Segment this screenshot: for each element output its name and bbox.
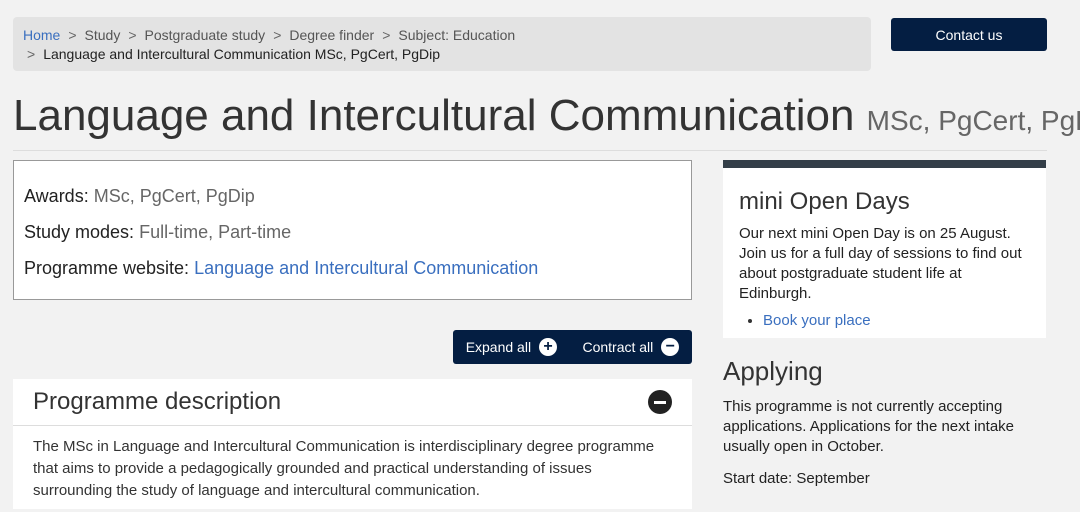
list-item: Book your place bbox=[763, 312, 1030, 329]
study-modes-value: Full-time, Part-time bbox=[139, 222, 292, 242]
contract-all-button[interactable]: Contract all − bbox=[582, 338, 680, 356]
breadcrumb-degree-finder[interactable]: Degree finder bbox=[289, 27, 374, 43]
awards-label: Awards: bbox=[24, 186, 89, 206]
accordion-heading: Programme description bbox=[33, 388, 282, 415]
expand-contract-bar: Expand all + Contract all − bbox=[453, 330, 692, 364]
contact-us-button[interactable]: Contact us bbox=[891, 18, 1047, 51]
applying-section: Applying This programme is not currently… bbox=[723, 356, 1046, 501]
awards-row: Awards: MSc, PgCert, PgDip bbox=[24, 181, 681, 217]
programme-description-accordion: Programme description The MSc in Languag… bbox=[13, 379, 692, 509]
breadcrumb-current: Language and Intercultural Communication… bbox=[43, 46, 441, 62]
awards-value: MSc, PgCert, PgDip bbox=[93, 186, 255, 206]
mini-open-days-heading: mini Open Days bbox=[739, 188, 910, 215]
accordion-header[interactable]: Programme description bbox=[13, 379, 692, 426]
mini-open-days-card: mini Open Days Our next mini Open Day is… bbox=[723, 160, 1046, 338]
mini-open-days-links: Book your place bbox=[739, 312, 1030, 329]
expand-all-button[interactable]: Expand all + bbox=[465, 338, 558, 356]
title-divider bbox=[13, 150, 1047, 151]
study-modes-label: Study modes: bbox=[24, 222, 135, 242]
start-date: Start date: September bbox=[723, 470, 870, 487]
applying-heading: Applying bbox=[723, 356, 823, 386]
contract-all-label: Contract all bbox=[582, 339, 654, 355]
breadcrumb-study[interactable]: Study bbox=[85, 27, 121, 43]
study-modes-row: Study modes: Full-time, Part-time bbox=[24, 217, 681, 253]
breadcrumb-separator: > bbox=[382, 27, 391, 43]
mini-open-days-text: Our next mini Open Day is on 25 August. … bbox=[739, 225, 1022, 302]
breadcrumb: Home > Study > Postgraduate study > Degree fin… bbox=[13, 17, 871, 71]
plus-circle-icon: + bbox=[539, 338, 558, 356]
applying-text: This programme is not currently acceptin… bbox=[723, 398, 1015, 455]
breadcrumb-subject-education[interactable]: Subject: Education bbox=[398, 27, 515, 43]
minus-circle-icon: − bbox=[661, 338, 680, 356]
collapse-icon[interactable] bbox=[648, 390, 672, 414]
page-title-main: Language and Intercultural Communication bbox=[13, 91, 855, 140]
accordion-body: The MSc in Language and Intercultural Co… bbox=[33, 438, 655, 499]
programme-website-label: Programme website: bbox=[24, 258, 190, 278]
programme-website-link[interactable]: Language and Intercultural Communication bbox=[194, 258, 538, 278]
programme-website-row: Programme website: Language and Intercul… bbox=[24, 253, 681, 289]
programme-info-box: Awards: MSc, PgCert, PgDip Study modes: … bbox=[13, 160, 692, 300]
page-title: Language and Intercultural Communication… bbox=[13, 88, 1080, 149]
breadcrumb-separator: > bbox=[68, 27, 77, 43]
breadcrumb-separator: > bbox=[128, 27, 137, 43]
breadcrumb-separator: > bbox=[273, 27, 282, 43]
breadcrumb-postgraduate-study[interactable]: Postgraduate study bbox=[145, 27, 266, 43]
breadcrumb-home[interactable]: Home bbox=[23, 27, 60, 43]
book-your-place-link[interactable]: Book your place bbox=[763, 312, 871, 329]
breadcrumb-separator: > bbox=[27, 46, 36, 62]
expand-all-label: Expand all bbox=[465, 339, 532, 355]
page-title-awards: MSc, PgCert, PgDip bbox=[866, 105, 1080, 136]
